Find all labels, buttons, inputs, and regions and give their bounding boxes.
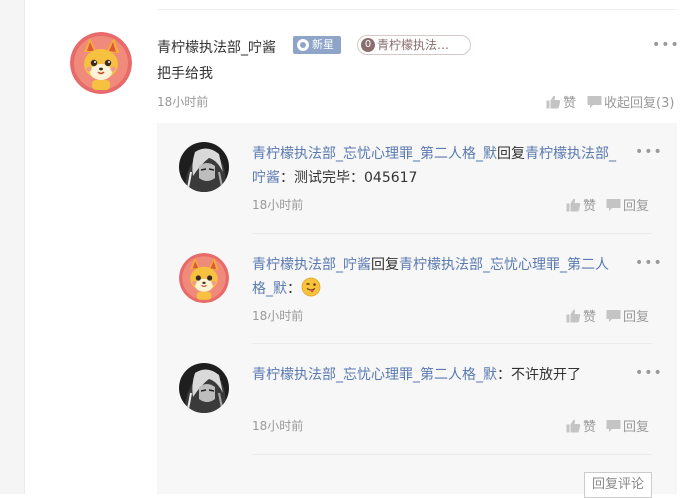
fox-cartoon-avatar-icon (179, 253, 229, 303)
reply-button[interactable]: 回复 (606, 306, 649, 325)
reply-author-link[interactable]: 青柠檬执法部_咛酱 (252, 257, 371, 273)
like-label: 赞 (583, 310, 597, 325)
reply-colon: ： (287, 281, 301, 297)
reply-time: 18小时前 (252, 309, 304, 323)
reply-author-link[interactable]: 青柠檬执法部_忘忧心理罪_第二人格_默 (252, 367, 497, 383)
avatar[interactable] (179, 363, 229, 413)
like-button[interactable]: 赞 (566, 306, 596, 325)
more-options-icon[interactable]: ••• (652, 38, 680, 52)
like-label: 赞 (583, 199, 597, 214)
reply-time: 18小时前 (252, 419, 304, 433)
dark-anime-avatar-icon (179, 363, 229, 413)
more-options-icon[interactable]: ••• (635, 256, 663, 270)
comment-time: 18小时前 (157, 95, 209, 109)
collapse-replies-label: 收起回复(3) (604, 96, 675, 111)
reply-colon: ： (497, 367, 511, 383)
thumbs-up-icon (566, 198, 581, 211)
comment-bubble-icon (587, 95, 602, 108)
fan-badge-name: 青柠檬执法… (377, 38, 450, 52)
comment-bubble-icon (606, 198, 621, 211)
more-options-icon[interactable]: ••• (635, 366, 663, 380)
thumbs-up-icon (546, 95, 561, 108)
reply-panel: 青柠檬执法部_忘忧心理罪_第二人格_默回复青柠檬执法部_咛酱：测试完毕：0456… (157, 123, 677, 498)
reply-content: 不许放开了 (511, 367, 581, 383)
reply-divider (252, 454, 652, 455)
reply-comment-button[interactable]: 回复评论 (584, 472, 652, 498)
newbie-badge-label: 新星 (312, 38, 334, 51)
list-item: 青柠檬执法部_忘忧心理罪_第二人格_默：不许放开了 ••• 18小时前 赞 回复 (157, 344, 677, 455)
top-divider (157, 9, 677, 10)
list-item: 青柠檬执法部_忘忧心理罪_第二人格_默回复青柠檬执法部_咛酱：测试完毕：0456… (157, 123, 677, 234)
like-label: 赞 (563, 96, 577, 111)
comment-username[interactable]: 青柠檬执法部_咛酱 (157, 37, 276, 57)
comment-text: 把手给我 (157, 66, 213, 82)
list-item: 青柠檬执法部_咛酱回复青柠檬执法部_忘忧心理罪_第二人格_默： ••• 18小时… (157, 234, 677, 344)
more-options-icon[interactable]: ••• (635, 145, 663, 159)
badge-ring-icon (297, 39, 309, 51)
left-gutter (0, 0, 25, 494)
avatar[interactable] (179, 253, 229, 303)
like-label: 赞 (583, 420, 597, 435)
reply-button[interactable]: 回复 (606, 416, 649, 435)
fan-badge-level: 0 (361, 38, 375, 52)
like-button[interactable]: 赞 (566, 195, 596, 214)
thumbs-up-icon (566, 309, 581, 322)
reply-text: 青柠檬执法部_忘忧心理罪_第二人格_默：不许放开了 (252, 363, 622, 387)
reply-author-link[interactable]: 青柠檬执法部_忘忧心理罪_第二人格_默 (252, 146, 497, 162)
like-button[interactable]: 赞 (566, 416, 596, 435)
reply-word: 回复 (371, 257, 399, 273)
avatar[interactable] (70, 32, 132, 94)
avatar[interactable] (179, 142, 229, 192)
thumbs-up-icon (566, 419, 581, 432)
collapse-replies-button[interactable]: 收起回复(3) (587, 92, 674, 111)
reply-button[interactable]: 回复 (606, 195, 649, 214)
reply-label: 回复 (623, 199, 650, 214)
fox-cartoon-avatar-icon (70, 32, 132, 94)
reply-colon: ： (280, 170, 294, 186)
reply-content: 测试完毕：045617 (294, 170, 418, 186)
tongue-wink-emoji-icon (301, 277, 321, 305)
reply-time: 18小时前 (252, 198, 304, 212)
fan-badge[interactable]: 0 青柠檬执法… (357, 35, 471, 55)
reply-text: 青柠檬执法部_忘忧心理罪_第二人格_默回复青柠檬执法部_咛酱：测试完毕：0456… (252, 142, 622, 190)
comment-bubble-icon (606, 419, 621, 432)
reply-word: 回复 (497, 146, 525, 162)
dark-anime-avatar-icon (179, 142, 229, 192)
reply-text: 青柠檬执法部_咛酱回复青柠檬执法部_忘忧心理罪_第二人格_默： (252, 253, 622, 305)
comment-bubble-icon (606, 309, 621, 322)
reply-label: 回复 (623, 310, 650, 325)
like-button[interactable]: 赞 (546, 92, 576, 111)
reply-label: 回复 (623, 420, 650, 435)
newbie-badge: 新星 (293, 36, 341, 54)
